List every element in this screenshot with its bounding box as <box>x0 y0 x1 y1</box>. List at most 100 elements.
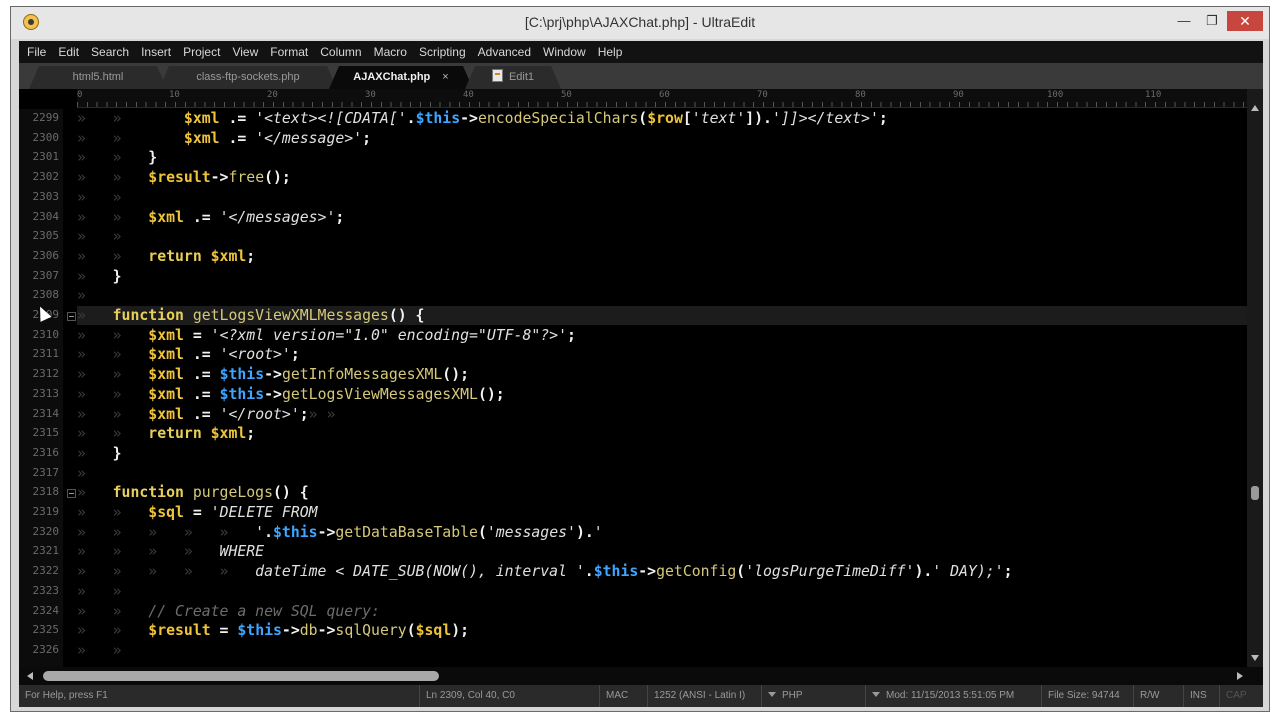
code-line[interactable]: » » <box>77 227 122 246</box>
code-line[interactable]: » » $xml .= '<root>'; <box>77 345 300 364</box>
code-line[interactable]: » » » » » '.$this->getDataBaseTable('mes… <box>77 523 603 542</box>
line-number[interactable]: 2299 <box>19 111 60 124</box>
scroll-down-icon[interactable] <box>1251 655 1259 661</box>
line-number[interactable]: 2319 <box>19 505 60 518</box>
vertical-scroll-thumb[interactable] <box>1251 486 1259 500</box>
code-line[interactable]: » <box>77 464 86 483</box>
line-number[interactable]: 2306 <box>19 249 60 262</box>
line-number[interactable]: 2302 <box>19 170 60 183</box>
maximize-button[interactable]: ❐ <box>1199 11 1225 31</box>
line-number[interactable]: 2301 <box>19 150 60 163</box>
line-number[interactable]: 2317 <box>19 466 60 479</box>
code-line[interactable]: » » $xml .= '</root>';» » <box>77 405 335 424</box>
status-encoding[interactable]: 1252 (ANSI - Latin I) <box>647 685 762 707</box>
line-number[interactable]: 2308 <box>19 288 60 301</box>
menu-advanced[interactable]: Advanced <box>474 41 535 63</box>
editor-pane[interactable]: 0 10 20 30 40 50 60 70 80 90 100 110 229… <box>19 89 1263 667</box>
status-line-ending[interactable]: MAC <box>599 685 646 707</box>
code-line[interactable]: » » $xml = '<?xml version="1.0" encoding… <box>77 326 576 345</box>
menu-search[interactable]: Search <box>87 41 133 63</box>
fold-toggle-icon[interactable] <box>67 489 76 499</box>
code-token: $xml <box>148 405 184 423</box>
menu-column[interactable]: Column <box>316 41 365 63</box>
tab-edit1[interactable]: Edit1 <box>465 66 561 89</box>
line-number[interactable]: 2320 <box>19 525 60 538</box>
code-line[interactable]: » » $xml .= $this->getLogsViewMessagesXM… <box>77 385 505 404</box>
line-number[interactable]: 2304 <box>19 210 60 223</box>
menu-help[interactable]: Help <box>594 41 627 63</box>
status-read-write[interactable]: R/W <box>1133 685 1174 707</box>
line-number[interactable]: 2323 <box>19 584 60 597</box>
line-number[interactable]: 2325 <box>19 623 60 636</box>
line-number-gutter[interactable]: 2299 2300 2301 2302 2303 2304 2305 2306 2307 2308… <box>19 109 76 667</box>
line-number[interactable]: 2300 <box>19 131 60 144</box>
horizontal-scroll-thumb[interactable] <box>43 671 439 681</box>
tab-ajaxchat-php[interactable]: AJAXChat.php × <box>329 66 473 89</box>
code-token: .= <box>183 385 220 403</box>
ultraedit-window: [C:\prj\php\AJAXChat.php] - UltraEdit — … <box>10 6 1270 712</box>
menu-insert[interactable]: Insert <box>137 41 175 63</box>
menu-edit[interactable]: Edit <box>54 41 83 63</box>
scroll-left-icon[interactable] <box>27 672 33 680</box>
code-line[interactable]: » » $xml .= '</message>'; <box>77 129 371 148</box>
tab-html5-html[interactable]: html5.html <box>29 66 167 89</box>
code-line[interactable]: » » $xml .= $this->getInfoMessagesXML(); <box>77 365 469 384</box>
line-number[interactable]: 2314 <box>19 407 60 420</box>
line-number[interactable]: 2315 <box>19 426 60 439</box>
line-number[interactable]: 2311 <box>19 347 60 360</box>
code-line[interactable]: » } <box>77 267 122 286</box>
code-line[interactable]: » » <box>77 188 122 207</box>
line-number[interactable]: 2316 <box>19 446 60 459</box>
line-number[interactable]: 2321 <box>19 544 60 557</box>
code-area[interactable]: » » $xml .= '<text><![CDATA['.$this->enc… <box>77 109 1247 667</box>
minimize-button[interactable]: — <box>1171 11 1197 31</box>
code-line[interactable]: » <box>77 286 86 305</box>
status-modified[interactable]: Mod: 11/15/2013 5:51:05 PM <box>865 685 1040 707</box>
code-line[interactable]: » » $result = $this->db->sqlQuery($sql); <box>77 621 469 640</box>
title-bar[interactable]: [C:\prj\php\AJAXChat.php] - UltraEdit — … <box>11 7 1269 39</box>
tab-close-icon[interactable]: × <box>442 66 448 89</box>
scroll-up-icon[interactable] <box>1251 105 1259 111</box>
menu-macro[interactable]: Macro <box>370 41 411 63</box>
code-line[interactable]: » » » » » dateTime < DATE_SUB(NOW(), int… <box>77 562 1013 581</box>
code-line[interactable]: » } <box>77 444 122 463</box>
line-number[interactable]: 2303 <box>19 190 60 203</box>
code-line[interactable]: » » return $xml; <box>77 424 255 443</box>
line-number[interactable]: 2324 <box>19 604 60 617</box>
fold-toggle-icon[interactable] <box>67 312 76 321</box>
code-line[interactable]: » » return $xml; <box>77 247 255 266</box>
code-line[interactable]: » function getLogsViewXMLMessages() { <box>77 306 424 325</box>
menu-format[interactable]: Format <box>266 41 312 63</box>
menu-scripting[interactable]: Scripting <box>415 41 470 63</box>
scroll-right-icon[interactable] <box>1237 672 1243 680</box>
line-number[interactable]: 2312 <box>19 367 60 380</box>
tab-class-ftp-sockets-php[interactable]: class-ftp-sockets.php <box>159 66 337 89</box>
close-button[interactable]: ✕ <box>1227 11 1263 31</box>
code-line[interactable]: » » <box>77 641 122 660</box>
line-number[interactable]: 2318 <box>19 485 60 498</box>
line-number[interactable]: 2313 <box>19 387 60 400</box>
code-line[interactable]: » » $sql = 'DELETE FROM <box>77 503 318 522</box>
code-line[interactable]: » » $xml .= '</messages>'; <box>77 208 344 227</box>
code-line[interactable]: » function purgeLogs() { <box>77 483 309 502</box>
menu-view[interactable]: View <box>228 41 262 63</box>
code-line[interactable]: » » $xml .= '<text><![CDATA['.$this->enc… <box>77 109 888 128</box>
code-line[interactable]: » » // Create a new SQL query: <box>77 602 380 621</box>
horizontal-scrollbar[interactable] <box>19 667 1263 685</box>
vertical-scrollbar[interactable] <box>1247 89 1263 667</box>
code-line[interactable]: » » » » WHERE <box>77 542 264 561</box>
line-number[interactable]: 2310 <box>19 328 60 341</box>
line-number[interactable]: 2322 <box>19 564 60 577</box>
code-line[interactable]: » » $result->free(); <box>77 168 291 187</box>
line-number[interactable]: 2326 <box>19 643 60 656</box>
menu-project[interactable]: Project <box>179 41 224 63</box>
status-insert-mode[interactable]: INS <box>1183 685 1218 707</box>
status-language[interactable]: PHP <box>761 685 868 707</box>
line-number[interactable]: 2307 <box>19 269 60 282</box>
menu-file[interactable]: File <box>23 41 50 63</box>
code-line[interactable]: » » } <box>77 148 157 167</box>
line-number[interactable]: 2305 <box>19 229 60 242</box>
menu-window[interactable]: Window <box>539 41 590 63</box>
code-line[interactable]: » » <box>77 582 122 601</box>
status-position[interactable]: Ln 2309, Col 40, C0 <box>419 685 596 707</box>
